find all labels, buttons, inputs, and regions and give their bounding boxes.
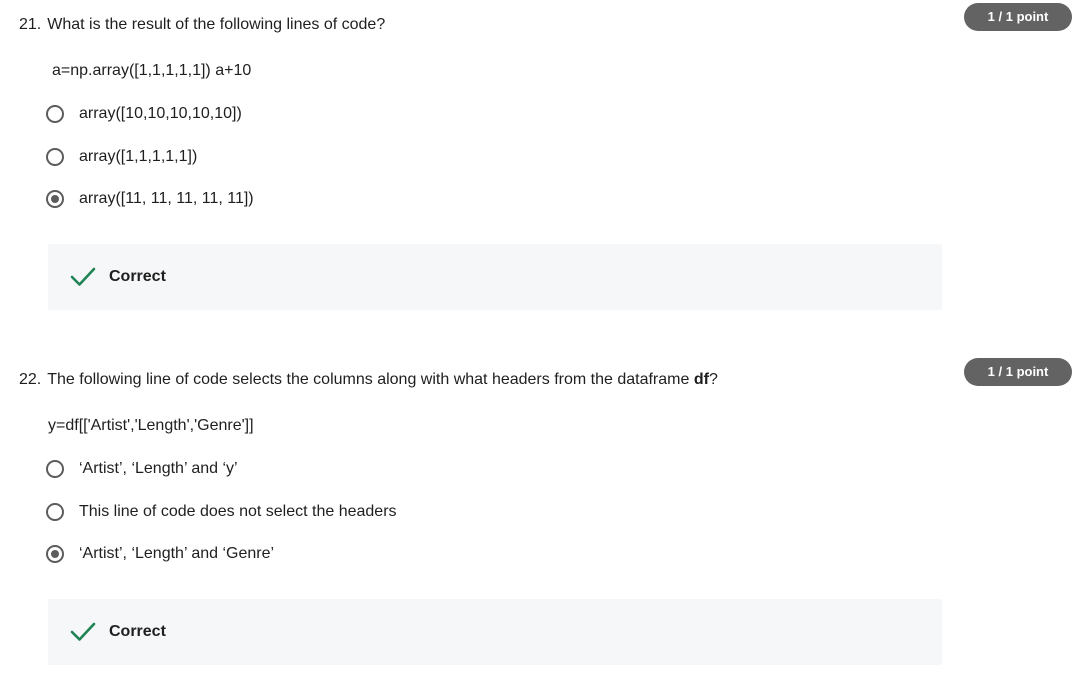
feedback-text: Correct (109, 623, 166, 640)
radio-button[interactable] (46, 148, 64, 166)
option-label: array([11, 11, 11, 11, 11]) (79, 190, 254, 207)
question-number: 22. (19, 371, 42, 388)
feedback-text: Correct (109, 268, 166, 285)
question-number: 21. (19, 16, 42, 33)
code-snippet: a=np.array([1,1,1,1,1]) a+10 (52, 62, 252, 79)
feedback-box: Correct (48, 244, 942, 310)
option-label: array([1,1,1,1,1]) (79, 148, 198, 165)
radio-button-selected[interactable] (46, 190, 64, 208)
answer-option[interactable]: This line of code does not select the he… (46, 500, 397, 524)
question-text: The following line of code selects the c… (47, 371, 694, 388)
question-text-bold: df (693, 371, 709, 388)
points-badge: 1 / 1 point (964, 358, 1072, 386)
radio-button[interactable] (46, 105, 64, 123)
answer-option[interactable]: ‘Artist’, ‘Length’ and ‘y’ (46, 457, 238, 481)
answer-option-selected[interactable]: array([11, 11, 11, 11, 11]) (46, 187, 254, 211)
feedback-box: Correct (48, 599, 942, 665)
option-label: array([10,10,10,10,10]) (79, 105, 242, 122)
check-icon (70, 622, 96, 641)
radio-button[interactable] (46, 460, 64, 478)
question-text-end: ? (708, 371, 718, 388)
option-label: This line of code does not select the he… (79, 503, 397, 520)
question-prompt: 21. What is the result of the following l… (19, 15, 385, 35)
question-text: What is the result of the following line… (47, 16, 386, 33)
question-prompt: 22. The following line of code selects th… (19, 370, 718, 390)
answer-option[interactable]: array([10,10,10,10,10]) (46, 102, 242, 126)
code-snippet: y=df[['Artist','Length','Genre']] (48, 417, 254, 434)
option-label: ‘Artist’, ‘Length’ and ‘Genre’ (79, 545, 275, 562)
answer-option-selected[interactable]: ‘Artist’, ‘Length’ and ‘Genre’ (46, 542, 274, 566)
answer-option[interactable]: array([1,1,1,1,1]) (46, 145, 197, 169)
points-badge: 1 / 1 point (964, 3, 1072, 31)
radio-button[interactable] (46, 503, 64, 521)
radio-button-selected[interactable] (46, 545, 64, 563)
option-label: ‘Artist’, ‘Length’ and ‘y’ (79, 460, 238, 477)
check-icon (70, 267, 96, 286)
